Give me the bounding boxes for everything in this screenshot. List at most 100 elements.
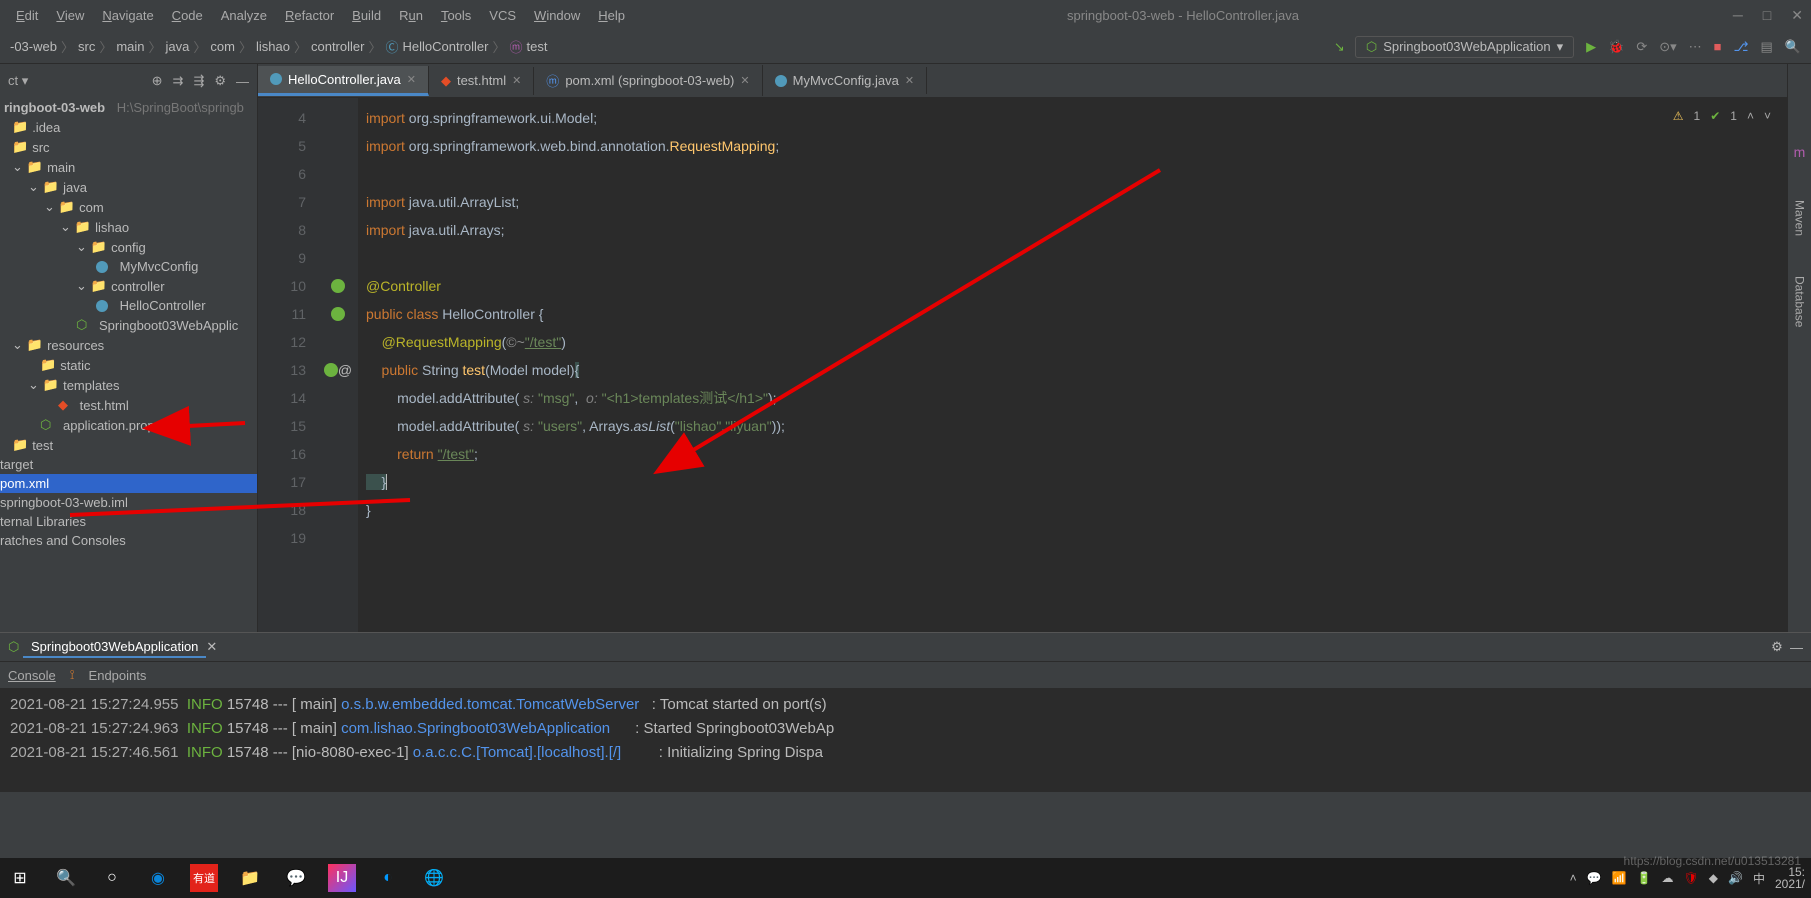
line-number-gutter[interactable]: 45678910111213141516171819 xyxy=(258,98,318,632)
menu-help[interactable]: Help xyxy=(590,5,633,26)
youdao-icon[interactable]: 有道 xyxy=(190,864,218,892)
breadcrumb-segment[interactable]: com xyxy=(210,39,235,54)
folder-main[interactable]: ⌄ 📁main xyxy=(0,157,257,177)
file-springboot-app[interactable]: ⬡ Springboot03WebApplic xyxy=(0,315,257,335)
intellij-icon[interactable]: IJ xyxy=(328,864,356,892)
debug-button[interactable]: 🐞 xyxy=(1608,39,1624,55)
minimize-button[interactable]: ─ xyxy=(1733,7,1743,24)
hide-run-icon[interactable]: — xyxy=(1790,640,1803,655)
file-hellocontroller[interactable]: HelloController xyxy=(0,296,257,315)
hide-icon[interactable]: — xyxy=(236,74,249,89)
close-tab-icon[interactable]: ✕ xyxy=(407,73,416,86)
run-button[interactable]: ▶ xyxy=(1586,39,1596,55)
folder-target[interactable]: target xyxy=(0,455,257,474)
menu-build[interactable]: Build xyxy=(344,5,389,26)
tray-battery-icon[interactable]: 🔋 xyxy=(1637,871,1652,885)
folder-resources[interactable]: ⌄ 📁resources xyxy=(0,335,257,355)
folder-controller[interactable]: ⌄ 📁controller xyxy=(0,276,257,296)
tray-ime-icon[interactable]: 中 xyxy=(1753,870,1765,887)
breadcrumb-segment[interactable]: lishao xyxy=(256,39,290,54)
project-select[interactable]: ct ▾ xyxy=(8,73,28,89)
console-tab[interactable]: Console xyxy=(8,668,56,683)
run-settings-icon[interactable]: ⚙ xyxy=(1771,639,1783,655)
menu-vcs[interactable]: VCS xyxy=(481,5,524,26)
gutter-icons[interactable]: @ xyxy=(318,98,358,632)
folder-lishao[interactable]: ⌄ 📁lishao xyxy=(0,217,257,237)
menu-run[interactable]: Run xyxy=(391,5,431,26)
folder-src[interactable]: 📁src xyxy=(0,137,257,157)
tray-wechat-icon[interactable]: 💬 xyxy=(1587,871,1602,885)
spring-gutter-icon[interactable] xyxy=(324,363,338,377)
menu-navigate[interactable]: Navigate xyxy=(94,5,161,26)
close-button[interactable]: ✕ xyxy=(1791,7,1803,24)
folder-test[interactable]: 📁test xyxy=(0,435,257,455)
breadcrumb-segment[interactable]: main xyxy=(116,39,144,54)
edge-icon[interactable]: ◉ xyxy=(144,864,172,892)
folder-idea[interactable]: 📁.idea xyxy=(0,117,257,137)
menu-edit[interactable]: Edit xyxy=(8,5,46,26)
breadcrumb-segment[interactable]: java xyxy=(166,39,190,54)
tab-pom-xml[interactable]: ⓜpom.xml (springboot-03-web)✕ xyxy=(534,65,762,96)
maven-tool-icon[interactable]: m xyxy=(1794,144,1806,160)
tray-volume-icon[interactable]: 🔊 xyxy=(1728,871,1743,885)
file-iml[interactable]: springboot-03-web.iml xyxy=(0,493,257,512)
folder-com[interactable]: ⌄ 📁com xyxy=(0,197,257,217)
folder-templates[interactable]: ⌄ 📁templates xyxy=(0,375,257,395)
build-hammer-icon[interactable]: ↘ xyxy=(1334,39,1345,55)
override-icon[interactable]: @ xyxy=(338,356,352,384)
chrome-icon[interactable]: 🌐 xyxy=(420,864,448,892)
folder-config[interactable]: ⌄ 📁config xyxy=(0,237,257,257)
maximize-button[interactable]: □ xyxy=(1763,7,1771,24)
wechat-icon[interactable]: 💬 xyxy=(282,864,310,892)
file-mymvcconfig[interactable]: MyMvcConfig xyxy=(0,257,257,276)
tray-wifi-icon[interactable]: 📶 xyxy=(1612,871,1627,885)
close-run-tab-icon[interactable]: ✕ xyxy=(206,639,217,655)
breadcrumb-segment[interactable]: -03-web xyxy=(10,39,57,54)
breadcrumb-segment[interactable]: controller xyxy=(311,39,364,54)
select-opened-icon[interactable]: ⇶ xyxy=(193,73,204,89)
file-test-html[interactable]: ◆ test.html xyxy=(0,395,257,415)
external-libraries[interactable]: ternal Libraries xyxy=(0,512,257,531)
maven-tool-tab[interactable]: Maven xyxy=(1793,200,1807,236)
menu-tools[interactable]: Tools xyxy=(433,5,479,26)
breadcrumb-segment[interactable]: src xyxy=(78,39,95,54)
spring-gutter-icon[interactable] xyxy=(331,307,345,321)
settings-gear-icon[interactable]: ⚙ xyxy=(214,73,226,89)
folder-static[interactable]: 📁static xyxy=(0,355,257,375)
close-tab-icon[interactable]: ✕ xyxy=(740,74,749,87)
database-tool-tab[interactable]: Database xyxy=(1793,276,1807,327)
endpoints-tab[interactable]: Endpoints xyxy=(89,668,147,683)
up-arrow-icon[interactable]: ˄ xyxy=(1747,102,1754,130)
project-structure-button[interactable]: ▤ xyxy=(1761,39,1773,55)
menu-window[interactable]: Window xyxy=(526,5,588,26)
search-button[interactable]: 🔍 xyxy=(52,864,80,892)
spring-gutter-icon[interactable] xyxy=(331,279,345,293)
git-button[interactable]: ⎇ xyxy=(1734,39,1749,55)
attach-button[interactable]: ⋯ xyxy=(1689,39,1702,55)
menu-view[interactable]: View xyxy=(48,5,92,26)
tab-hellocontroller[interactable]: HelloController.java✕ xyxy=(258,66,429,96)
project-tree[interactable]: ringboot-03-web H:\SpringBoot\springb 📁.… xyxy=(0,98,257,632)
qq-browser-icon[interactable]: ◐ xyxy=(374,864,402,892)
system-tray[interactable]: ˄ 💬 📶 🔋 ☁ 🛡 ◆ 🔊 中 15:2021/ xyxy=(1570,866,1805,890)
run-config-selector[interactable]: ⬡ Springboot03WebApplication ▾ xyxy=(1355,36,1574,58)
stop-button[interactable]: ■ xyxy=(1714,39,1722,54)
close-tab-icon[interactable]: ✕ xyxy=(905,74,914,87)
expand-all-icon[interactable]: ⊕ xyxy=(152,73,163,89)
breadcrumb-segment[interactable]: HelloController xyxy=(402,39,488,54)
menu-code[interactable]: Code xyxy=(164,5,211,26)
profile-button[interactable]: ⊙▾ xyxy=(1659,39,1676,55)
project-root[interactable]: ringboot-03-web H:\SpringBoot\springb xyxy=(0,98,257,117)
scratches[interactable]: ratches and Consoles xyxy=(0,531,257,550)
tray-shield-icon[interactable]: 🛡 xyxy=(1684,871,1699,885)
tray-chevron-icon[interactable]: ˄ xyxy=(1570,871,1577,885)
breadcrumb-segment[interactable]: test xyxy=(527,39,548,54)
close-tab-icon[interactable]: ✕ xyxy=(512,74,521,87)
file-pom-xml[interactable]: pom.xml xyxy=(0,474,257,493)
breadcrumbs[interactable]: -03-web〉 src〉 main〉 java〉 com〉 lishao〉 c… xyxy=(10,37,547,56)
collapse-icon[interactable]: ⇉ xyxy=(173,73,184,89)
console-output[interactable]: 2021-08-21 15:27:24.955 INFO 15748 --- [… xyxy=(0,689,1811,792)
menu-analyze[interactable]: Analyze xyxy=(213,5,275,26)
tab-test-html[interactable]: ◆test.html✕ xyxy=(429,67,534,95)
tray-app-icon[interactable]: ◆ xyxy=(1709,871,1718,885)
